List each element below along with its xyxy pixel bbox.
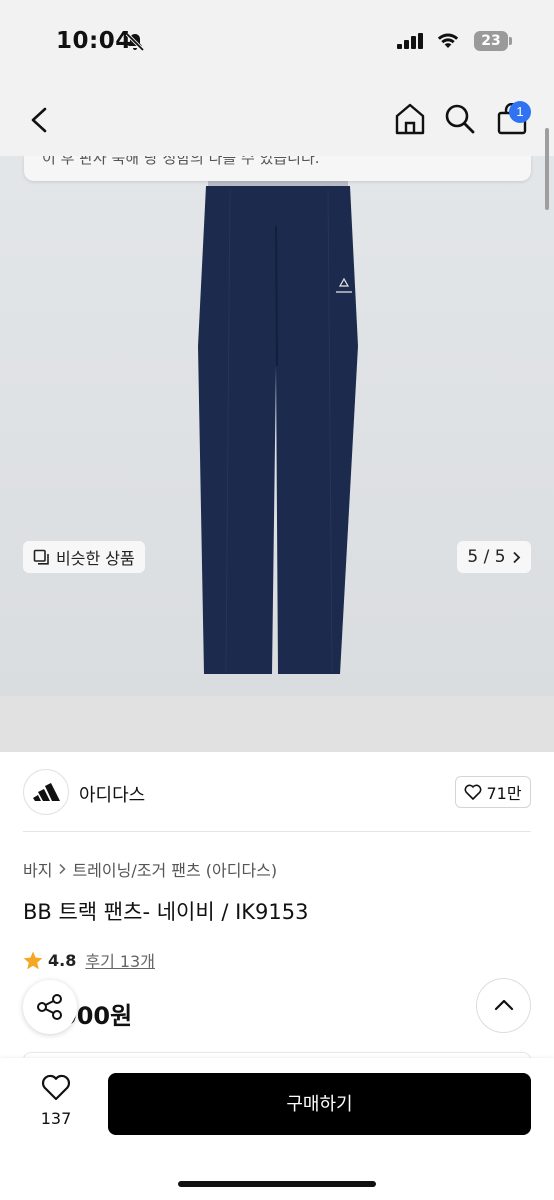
battery-tip (509, 37, 512, 45)
top-nav (0, 84, 554, 156)
product-rating: 4.8 후기 13개 (23, 948, 155, 972)
chevron-right-icon (512, 551, 520, 563)
status-time: 10:04 (56, 28, 132, 54)
scrollbar[interactable] (545, 128, 549, 210)
scroll-top-button[interactable] (476, 978, 531, 1033)
similar-products-button[interactable]: 비슷한 상품 (23, 541, 145, 573)
brand-row: 아디다스 71만 (23, 766, 531, 820)
cart-badge: 1 (509, 101, 531, 123)
brand-name[interactable]: 아디다스 (79, 781, 145, 807)
rating-score: 4.8 (48, 950, 77, 970)
star-icon (23, 951, 43, 969)
gallery-pager-label: 5 / 5 (467, 547, 506, 567)
breadcrumb: 바지 트레이닝/조거 팬츠 (아디다스) (23, 857, 277, 881)
copy-icon (33, 549, 49, 565)
gallery-pager-button[interactable]: 5 / 5 (457, 541, 531, 573)
battery-indicator: 23 (474, 31, 508, 51)
heart-icon (41, 1074, 71, 1101)
buy-button[interactable]: 구매하기 (108, 1073, 531, 1135)
bell-muted-icon (125, 32, 145, 52)
signal-icon (397, 33, 423, 49)
product-title: BB 트랙 팬츠- 네이비 / IK9153 (23, 900, 309, 924)
product-image-gallery[interactable]: 이 후 판사 북해 랑 정함의 다를 수 있습니다. (0, 156, 554, 752)
brand-logo[interactable] (23, 769, 69, 815)
adidas-logo-icon (33, 783, 60, 801)
chevron-right-icon (59, 863, 67, 875)
wishlist-count: 137 (40, 1109, 72, 1128)
status-bar: 10:04 23 (0, 0, 554, 84)
wishlist-button[interactable]: 137 (30, 1074, 82, 1128)
wifi-icon (437, 33, 459, 48)
heart-icon (465, 784, 482, 800)
similar-products-label: 비슷한 상품 (56, 549, 135, 568)
gallery-footer (0, 696, 554, 752)
notice-toast: 이 후 판사 북해 랑 정함의 다를 수 있습니다. (24, 156, 531, 181)
brand-like-count: 71만 (486, 784, 522, 803)
chevron-up-icon (494, 999, 514, 1011)
reviews-link[interactable]: 후기 13개 (85, 948, 155, 972)
brand-like-button[interactable]: 71만 (455, 776, 531, 808)
home-icon[interactable] (393, 102, 427, 136)
breadcrumb-subcategory[interactable]: 트레이닝/조거 팬츠 (아디다스) (72, 857, 277, 881)
divider (23, 831, 531, 832)
breadcrumb-category[interactable]: 바지 (23, 857, 52, 881)
search-icon[interactable] (444, 103, 476, 135)
back-arrow-icon[interactable] (28, 106, 50, 134)
share-icon (37, 994, 62, 1020)
product-image-pants (198, 168, 358, 674)
home-indicator (178, 1181, 376, 1187)
share-button[interactable] (23, 980, 77, 1034)
